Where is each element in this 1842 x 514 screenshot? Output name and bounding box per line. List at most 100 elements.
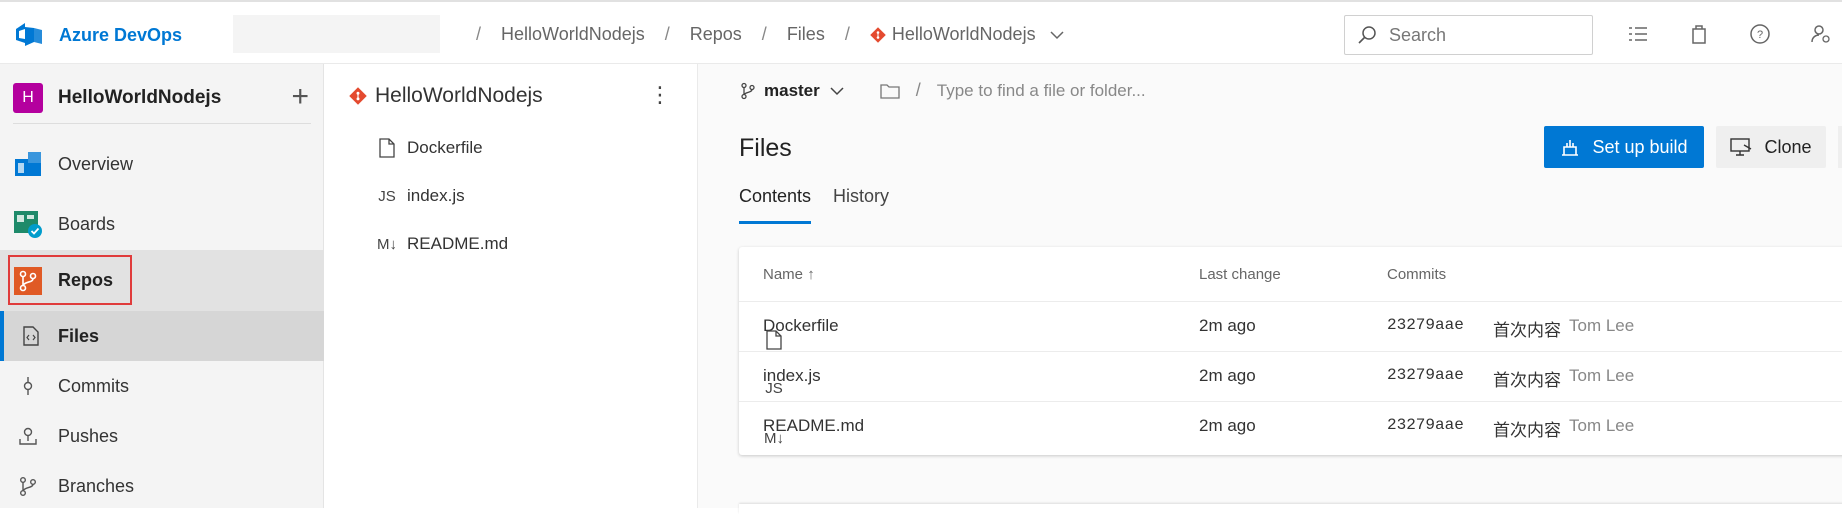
sidebar-item-label: Files bbox=[58, 325, 100, 346]
help-icon[interactable]: ? bbox=[1748, 22, 1772, 46]
sidebar-item-label: Repos bbox=[58, 270, 114, 290]
js-file-icon: JS bbox=[378, 187, 396, 205]
breadcrumb-files[interactable]: Files bbox=[787, 24, 825, 45]
sidebar-item-boards[interactable]: Boards bbox=[0, 204, 324, 244]
tab-contents[interactable]: Contents bbox=[739, 186, 812, 224]
commit-author: Tom Lee bbox=[1569, 316, 1635, 335]
breadcrumb-separator: / bbox=[844, 24, 850, 44]
js-file-icon: JS bbox=[765, 380, 783, 397]
search-icon bbox=[1358, 26, 1376, 44]
tree-item[interactable]: JS index.js bbox=[375, 186, 465, 206]
brand[interactable]: Azure DevOps bbox=[14, 20, 182, 50]
tab-history[interactable]: History bbox=[833, 186, 889, 224]
sidebar-item-files[interactable]: Files bbox=[0, 311, 324, 361]
clone-icon bbox=[1730, 138, 1752, 156]
task-list-icon[interactable] bbox=[1626, 22, 1650, 46]
main-content: master / Type to find a file or folder..… bbox=[698, 64, 1842, 514]
overview-icon bbox=[13, 149, 43, 179]
tree-item[interactable]: M↓ README.md bbox=[375, 234, 508, 254]
sidebar-item-label: Boards bbox=[58, 213, 116, 234]
path-separator: / bbox=[915, 80, 921, 100]
commit-id[interactable]: 23279aae bbox=[1387, 416, 1464, 434]
azure-devops-logo-icon bbox=[16, 23, 42, 46]
column-header-commits: Commits bbox=[1387, 266, 1447, 283]
file-icon bbox=[375, 138, 399, 158]
path-search-input[interactable]: Type to find a file or folder... bbox=[937, 81, 1146, 101]
sidebar-item-label: Commits bbox=[58, 375, 129, 396]
tree-item-label: Dockerfile bbox=[407, 138, 483, 157]
branch-selector[interactable]: master bbox=[740, 81, 820, 101]
more-actions-button[interactable] bbox=[1838, 126, 1842, 168]
divider bbox=[13, 123, 311, 124]
files-table: Name ↑ Last change Commits Dockerfile 2m… bbox=[739, 247, 1842, 455]
last-change: 2m ago bbox=[1199, 316, 1256, 335]
sidebar-item-repos[interactable]: Repos bbox=[0, 250, 324, 311]
sidebar-item-label: Pushes bbox=[58, 425, 119, 446]
commit-id[interactable]: 23279aae bbox=[1387, 316, 1464, 334]
file-name-cell: M↓ README.md bbox=[763, 416, 864, 447]
more-options-icon[interactable]: ⋮ bbox=[649, 82, 671, 108]
readme-card bbox=[739, 504, 1842, 514]
organization-selector[interactable] bbox=[233, 15, 440, 53]
tree-item[interactable]: Dockerfile bbox=[375, 138, 483, 158]
clone-label: Clone bbox=[1764, 136, 1812, 157]
chevron-down-icon[interactable] bbox=[830, 86, 844, 96]
file-name-cell: JS index.js bbox=[763, 366, 821, 397]
sidebar-item-overview[interactable]: Overview bbox=[0, 144, 324, 184]
repo-name: HelloWorldNodejs bbox=[375, 84, 543, 107]
markdown-file-icon: M↓ bbox=[377, 235, 397, 253]
marketplace-bag-icon[interactable] bbox=[1687, 22, 1711, 46]
branch-name: master bbox=[764, 80, 820, 100]
git-repo-icon bbox=[349, 87, 367, 105]
chevron-down-icon[interactable] bbox=[1050, 30, 1064, 40]
build-icon bbox=[1562, 140, 1579, 156]
table-row[interactable]: Dockerfile 2m ago 23279aae 首次内容 Tom Lee bbox=[739, 302, 1842, 352]
breadcrumb-separator: / bbox=[476, 24, 482, 44]
column-header-last-change: Last change bbox=[1199, 266, 1281, 283]
column-header-name[interactable]: Name ↑ bbox=[763, 266, 815, 283]
search-box[interactable]: Search bbox=[1344, 15, 1593, 55]
top-icons: ? bbox=[1626, 22, 1833, 46]
sidebar-item-pushes[interactable]: Pushes bbox=[0, 416, 324, 456]
table-row[interactable]: M↓ README.md 2m ago 23279aae 首次内容 Tom Le… bbox=[739, 402, 1842, 452]
top-bar: Azure DevOps / HelloWorldNodejs / Repos … bbox=[0, 0, 1842, 64]
add-icon[interactable]: + bbox=[291, 82, 309, 112]
last-change: 2m ago bbox=[1199, 366, 1256, 385]
tree-item-label: index.js bbox=[407, 186, 465, 205]
sidebar-item-branches[interactable]: Branches bbox=[0, 466, 324, 506]
svg-text:?: ? bbox=[1757, 29, 1763, 41]
git-repo-icon bbox=[870, 26, 886, 43]
commit-message: 首次内容 bbox=[1493, 371, 1561, 390]
breadcrumb-project[interactable]: HelloWorldNodejs bbox=[501, 24, 645, 45]
branch-icon bbox=[13, 471, 43, 501]
sidebar-item-label: Overview bbox=[58, 153, 134, 174]
project-header[interactable]: H HelloWorldNodejs + bbox=[13, 78, 309, 118]
markdown-file-icon: M↓ bbox=[764, 430, 784, 447]
column-label: Name bbox=[763, 266, 804, 283]
breadcrumb-repo[interactable]: HelloWorldNodejs bbox=[892, 24, 1036, 45]
last-change: 2m ago bbox=[1199, 416, 1256, 435]
breadcrumb-repos[interactable]: Repos bbox=[690, 24, 742, 45]
folder-icon[interactable] bbox=[880, 83, 900, 99]
push-icon bbox=[13, 421, 43, 451]
file-name-cell: Dockerfile bbox=[763, 316, 839, 350]
setup-build-button[interactable]: Set up build bbox=[1544, 126, 1704, 168]
setup-build-label: Set up build bbox=[1592, 136, 1688, 157]
breadcrumb-separator: / bbox=[761, 24, 767, 44]
table-row[interactable]: JS index.js 2m ago 23279aae 首次内容 Tom Lee bbox=[739, 352, 1842, 402]
repo-tree-header[interactable]: HelloWorldNodejs bbox=[349, 84, 543, 108]
files-icon bbox=[16, 321, 46, 351]
commit-author: Tom Lee bbox=[1569, 416, 1635, 435]
user-settings-icon[interactable] bbox=[1809, 22, 1833, 46]
commit-author: Tom Lee bbox=[1569, 366, 1635, 385]
commit-icon bbox=[13, 371, 43, 401]
clone-button[interactable]: Clone bbox=[1716, 126, 1826, 168]
breadcrumb: / HelloWorldNodejs / Repos / Files / Hel… bbox=[456, 24, 1064, 45]
sidebar-item-commits[interactable]: Commits bbox=[0, 366, 324, 406]
branch-icon bbox=[741, 82, 755, 99]
commit-message: 首次内容 bbox=[1493, 421, 1561, 440]
repo-tree-pane: HelloWorldNodejs ⋮ Dockerfile JS index.j… bbox=[325, 64, 698, 508]
commit-id[interactable]: 23279aae bbox=[1387, 366, 1464, 384]
tree-item-label: README.md bbox=[407, 234, 509, 253]
project-name: HelloWorldNodejs bbox=[58, 87, 222, 108]
